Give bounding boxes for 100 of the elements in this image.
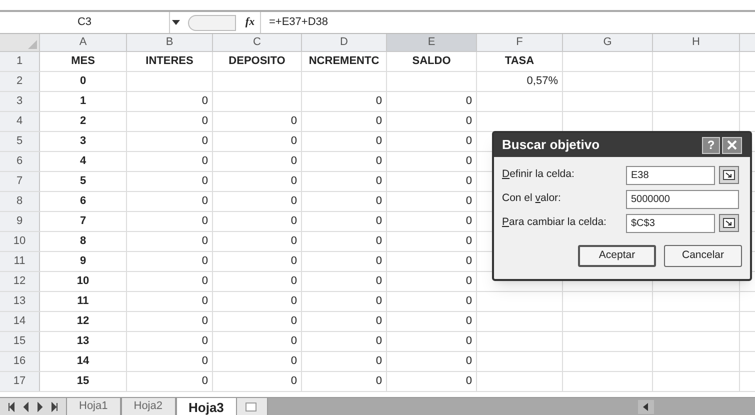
close-button[interactable]: [722, 136, 742, 154]
collapse-dialog-button[interactable]: [719, 166, 739, 184]
table-cell-text: 0: [376, 134, 382, 150]
table-cell-text: 11: [77, 294, 89, 310]
row-header[interactable]: 1: [0, 52, 40, 71]
table-cell-text: 0: [202, 274, 208, 290]
field-label: Definir la celda:: [502, 167, 576, 182]
table-cell-text: 9: [80, 254, 86, 270]
table-cell-text: 0: [290, 194, 297, 210]
table-cell-text: 0: [466, 294, 472, 310]
table-cell-text: 6: [80, 194, 86, 210]
table-cell-text: 0: [202, 194, 208, 210]
horizontal-scrollbar[interactable]: [268, 398, 755, 415]
table-cell-text: 0: [202, 314, 208, 330]
first-sheet-icon[interactable]: [8, 402, 16, 412]
column-header[interactable]: H: [653, 34, 740, 51]
table-cell-text: 0: [290, 274, 297, 290]
table-cell-text: 0: [466, 194, 472, 210]
row-header[interactable]: 9: [0, 212, 40, 231]
sheet-tab[interactable]: Hoja1: [66, 398, 121, 415]
table-cell-text: 0: [202, 374, 208, 390]
input-field[interactable]: E38: [626, 166, 715, 184]
row-header[interactable]: 14: [0, 312, 40, 331]
row-header[interactable]: 6: [0, 152, 40, 171]
next-sheet-icon[interactable]: [36, 402, 44, 412]
column-header[interactable]: F: [477, 34, 563, 51]
table-cell-text: 0: [202, 254, 208, 270]
name-box[interactable]: C3: [0, 12, 170, 33]
table-cell-text: 0: [376, 214, 382, 230]
row-header[interactable]: 17: [0, 372, 40, 391]
table-cell-text: 0: [202, 114, 208, 130]
table-cell-text: 2: [80, 114, 86, 130]
column-header[interactable]: E: [387, 34, 477, 51]
row-header[interactable]: 11: [0, 252, 40, 271]
table-cell-text: 0: [202, 234, 208, 250]
table-cell-text: 0: [202, 334, 208, 350]
table-cell-text: 0: [466, 254, 472, 270]
table-cell-text: 0: [466, 234, 472, 250]
scroll-left-icon[interactable]: [638, 400, 654, 414]
row-header[interactable]: 12: [0, 272, 40, 291]
table-cell-text: 0: [466, 274, 472, 290]
table-cell-text: 0: [290, 234, 297, 250]
table-cell-text: 3: [80, 134, 86, 150]
column-header[interactable]: C: [213, 34, 302, 51]
input-field[interactable]: $C$3: [626, 214, 715, 232]
table-cell-text: 0: [376, 334, 382, 350]
row-header[interactable]: 5: [0, 132, 40, 151]
table-cell-text: 0: [466, 174, 472, 190]
table-cell-text: 13: [76, 334, 90, 350]
row-header[interactable]: 8: [0, 192, 40, 211]
table-cell-text: 5: [80, 174, 86, 190]
insert-sheet-button[interactable]: [236, 398, 268, 415]
table-cell-text: 0: [290, 154, 297, 170]
formula-field[interactable]: =+E37+D38: [260, 12, 755, 33]
table-cell-text: 0: [290, 114, 297, 130]
table-cell-text: 0: [202, 174, 208, 190]
column-header[interactable]: A: [40, 34, 127, 51]
dialog-title: Buscar objetivo: [502, 136, 601, 154]
column-header[interactable]: G: [563, 34, 653, 51]
table-cell-text: 0: [376, 254, 382, 270]
triangle-icon: [28, 40, 37, 49]
dropdown-arrow-icon[interactable]: [172, 20, 180, 26]
table-cell-text: 0: [376, 374, 382, 390]
new-sheet-icon: [244, 402, 259, 412]
table-cell-text: 0: [376, 154, 382, 170]
table-cell-text: 0: [202, 94, 208, 110]
table-cell-text: 0: [290, 174, 297, 190]
table-cell-text: 0: [290, 214, 297, 230]
table-cell-text: 0: [466, 374, 472, 390]
row-header[interactable]: 16: [0, 352, 40, 371]
accept-button[interactable]: Aceptar: [578, 245, 656, 267]
table-cell-text: 0: [466, 114, 472, 130]
input-field[interactable]: 5000000: [626, 190, 739, 208]
cancel-button[interactable]: Cancelar: [664, 245, 742, 267]
table-cell-text: 8: [80, 234, 86, 250]
row-header[interactable]: 7: [0, 172, 40, 191]
table-cell-text: 0: [202, 134, 208, 150]
sheet-tab[interactable]: Hoja2: [120, 398, 176, 415]
table-cell-text: 0: [290, 374, 297, 390]
table-cell-text: 0: [466, 134, 472, 150]
close-icon: [727, 140, 737, 150]
table-cell-text: TASA: [504, 54, 534, 70]
last-sheet-icon[interactable]: [50, 402, 58, 412]
row-header[interactable]: 10: [0, 232, 40, 251]
sheet-tab[interactable]: Hoja3: [176, 398, 237, 415]
insert-function-button[interactable]: fx: [240, 14, 260, 31]
column-header[interactable]: B: [127, 34, 213, 51]
row-header[interactable]: 15: [0, 332, 40, 351]
table-cell-text: 0: [376, 194, 382, 210]
table-cell-text: 0,57%: [526, 74, 558, 90]
table-cell-text: 0: [202, 354, 208, 370]
help-button[interactable]: ?: [702, 136, 720, 154]
row-header[interactable]: 13: [0, 292, 40, 311]
row-header[interactable]: 3: [0, 92, 40, 111]
table-cell-text: 7: [80, 214, 86, 230]
row-header[interactable]: 2: [0, 72, 40, 91]
table-cell-text: 0: [466, 354, 472, 370]
collapse-dialog-button[interactable]: [719, 214, 739, 232]
row-header[interactable]: 4: [0, 112, 40, 131]
previous-sheet-icon[interactable]: [22, 402, 30, 412]
